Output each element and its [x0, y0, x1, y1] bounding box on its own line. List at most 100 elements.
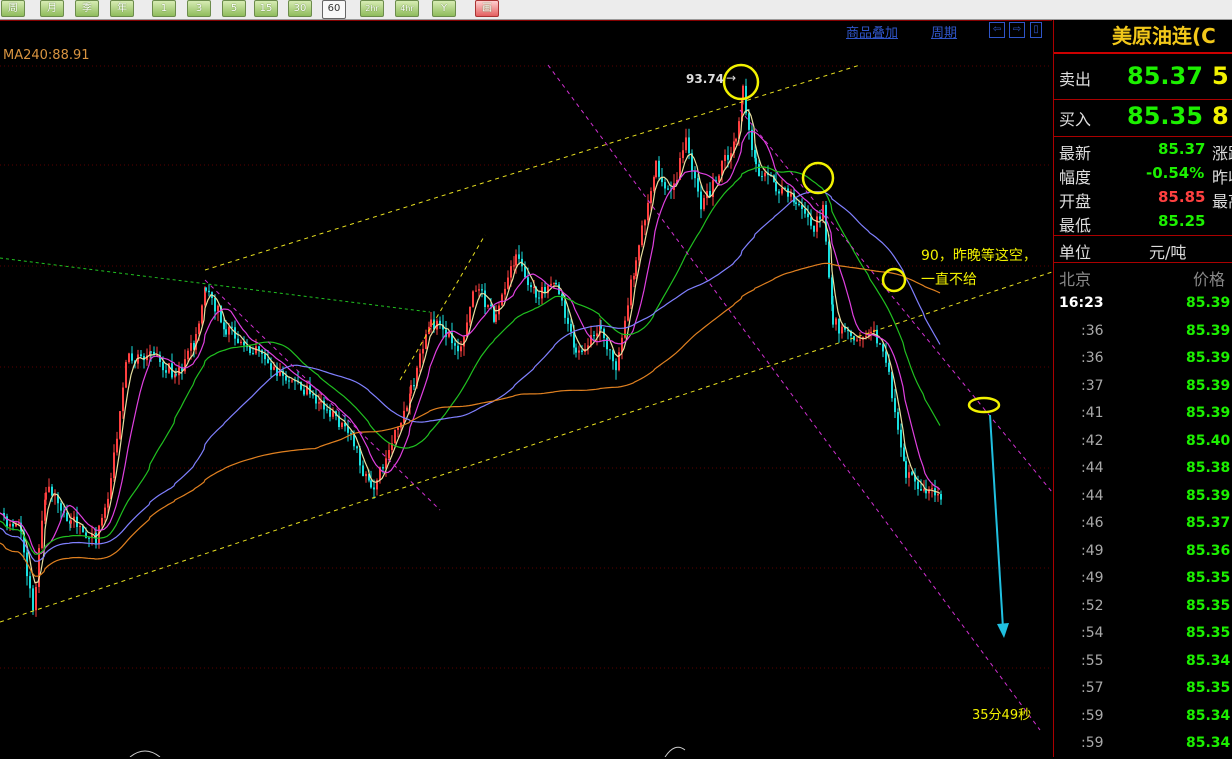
candle-body: [894, 398, 896, 413]
period-button-4[interactable]: 1: [152, 0, 176, 17]
candle-body: [655, 160, 657, 178]
candle-body: [228, 326, 230, 335]
candle-body: [419, 353, 421, 368]
candle-body: [667, 188, 669, 190]
candle-body: [9, 523, 11, 527]
candle-body: [162, 362, 164, 371]
tick-row: :59 85.34: [1054, 732, 1232, 759]
period-button-11[interactable]: 4hr: [395, 0, 419, 17]
candle-body: [570, 323, 572, 332]
candle-body: [495, 314, 497, 322]
tick-time: :37: [1081, 377, 1104, 394]
candle-body: [644, 220, 646, 226]
period-button-8[interactable]: 30: [288, 0, 312, 17]
candle-body: [775, 181, 777, 192]
candle-body: [700, 191, 702, 210]
scroll-left-icon[interactable]: ⇦: [989, 22, 1005, 38]
tick-price: 85.35: [1186, 625, 1231, 641]
candle-body: [205, 287, 207, 291]
candle-body: [341, 422, 343, 428]
candle-body: [48, 486, 50, 493]
candle-body: [128, 353, 130, 363]
period-button-12[interactable]: Y: [432, 0, 456, 17]
contract-title: 美原油连(C: [1054, 20, 1232, 54]
candle-body: [688, 137, 690, 154]
candle-body: [448, 332, 450, 337]
candle-body: [798, 203, 800, 205]
period-button-7[interactable]: 15: [254, 0, 278, 17]
projection-arrowhead-icon: [997, 623, 1009, 638]
candle-body: [940, 494, 942, 500]
candle-body: [116, 438, 118, 453]
period-button-5[interactable]: 3: [187, 0, 211, 17]
tick-price: 85.36: [1186, 542, 1231, 559]
sell-row[interactable]: 卖出 85.37 5: [1054, 58, 1232, 96]
candle-body: [630, 279, 632, 306]
tick-row: :37 85.39: [1054, 375, 1232, 402]
candle-body: [650, 191, 652, 203]
tick-price: 85.34: [1186, 707, 1231, 724]
magenta-channel-line-3: [739, 109, 1052, 493]
stat-row-open: 开盘 85.85 最高: [1059, 188, 1232, 211]
candle-body: [593, 335, 595, 337]
period-link[interactable]: 周期: [931, 22, 957, 41]
candle-body: [724, 155, 726, 162]
candle-body: [828, 241, 830, 278]
candle-body: [54, 494, 56, 496]
candle-body: [658, 160, 660, 177]
candle-body: [555, 282, 557, 285]
candle-body: [267, 359, 269, 364]
candle-body: [923, 489, 925, 491]
candle-body: [125, 362, 127, 388]
ma-line-long: [0, 166, 941, 555]
candle-body: [638, 245, 640, 261]
tick-time: :55: [1081, 652, 1104, 669]
tick-price: 85.39: [1186, 322, 1231, 339]
candle-body: [394, 429, 396, 444]
candle-body: [507, 277, 509, 289]
candle-body: [119, 411, 121, 439]
candle-body: [879, 343, 881, 345]
candle-body: [303, 389, 305, 395]
candle-body: [908, 472, 910, 478]
candle-body: [88, 537, 90, 539]
period-button-1[interactable]: 月: [40, 0, 64, 17]
candle-body: [187, 350, 189, 360]
tick-time: :57: [1081, 680, 1104, 696]
candle-body: [312, 394, 314, 396]
period-button-0[interactable]: 周: [1, 0, 25, 17]
candle-body: [487, 304, 489, 308]
candle-body: [538, 297, 540, 299]
scroll-right-icon[interactable]: ⇨: [1009, 22, 1025, 38]
period-button-3[interactable]: 年: [110, 0, 134, 17]
period-button-9[interactable]: 60: [322, 0, 346, 19]
stat-row-change: 幅度 -0.54% 昨收: [1059, 164, 1232, 187]
period-button-6[interactable]: 5: [222, 0, 246, 17]
period-button-2[interactable]: 季: [75, 0, 99, 17]
candle-body: [564, 300, 566, 318]
candle-body: [515, 254, 517, 266]
candle-body: [285, 375, 287, 381]
candle-body: [905, 461, 907, 478]
overlay-link[interactable]: 商品叠加: [846, 22, 898, 41]
candle-body: [240, 341, 242, 344]
breakdown-circle: [801, 161, 835, 195]
channel-lower-line: [0, 271, 1052, 623]
period-button-10[interactable]: 2hr: [360, 0, 384, 17]
candle-body: [685, 137, 687, 151]
candle-body: [388, 450, 390, 459]
candle-body: [214, 298, 216, 312]
candle-body: [318, 402, 320, 404]
candle-body: [931, 488, 933, 490]
period-button-13[interactable]: 画: [475, 0, 499, 17]
panel-toggle-icon[interactable]: ▯: [1030, 22, 1042, 38]
tick-time: :49: [1081, 542, 1104, 559]
candle-body: [917, 481, 919, 490]
candle-body: [365, 473, 367, 477]
candle-body: [32, 588, 34, 611]
candle-body: [190, 343, 192, 351]
candle-body: [888, 362, 890, 372]
candlestick-chart[interactable]: [0, 20, 1052, 757]
buy-row[interactable]: 买入 85.35 8: [1054, 98, 1232, 136]
candle-body: [273, 366, 275, 370]
